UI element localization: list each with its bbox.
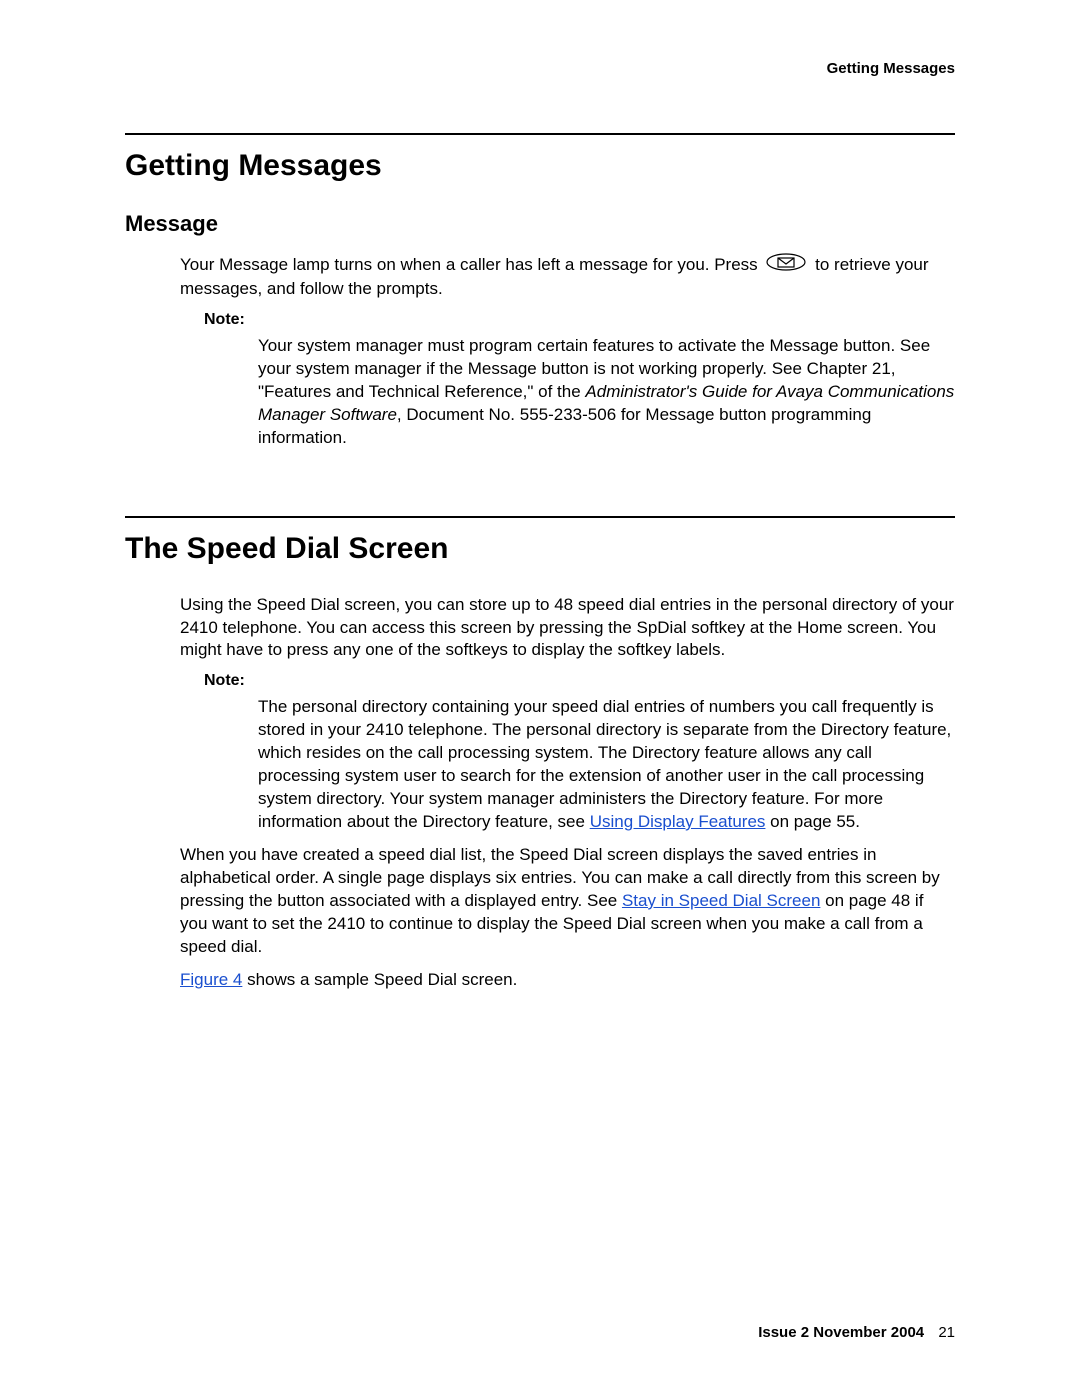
section-rule <box>125 133 955 135</box>
message-paragraph: Your Message lamp turns on when a caller… <box>180 253 955 301</box>
envelope-icon <box>766 253 806 278</box>
page-content: Getting Messages Getting Messages Messag… <box>0 0 1080 992</box>
note-label-2: Note: <box>204 672 955 690</box>
link-stay-in-speed-dial[interactable]: Stay in Speed Dial Screen <box>622 891 820 910</box>
page-footer: Issue 2 November 2004 21 <box>758 1324 955 1341</box>
note-body-2: The personal directory containing your s… <box>258 696 955 834</box>
footer-page-number: 21 <box>938 1324 955 1341</box>
speed-dial-para1: Using the Speed Dial screen, you can sto… <box>180 594 955 663</box>
link-figure-4[interactable]: Figure 4 <box>180 970 242 989</box>
para3-post: shows a sample Speed Dial screen. <box>242 970 517 989</box>
section-rule-2 <box>125 516 955 518</box>
note2-pre: The personal directory containing your s… <box>258 697 951 831</box>
link-using-display-features[interactable]: Using Display Features <box>590 812 766 831</box>
note-body: Your system manager must program certain… <box>258 335 955 450</box>
message-body-block: Your Message lamp turns on when a caller… <box>180 253 955 450</box>
note-label: Note: <box>204 311 955 329</box>
running-header: Getting Messages <box>125 60 955 77</box>
section-heading-speed-dial: The Speed Dial Screen <box>125 532 955 566</box>
sub-heading-message: Message <box>125 211 955 237</box>
message-para-pre: Your Message lamp turns on when a caller… <box>180 255 762 274</box>
note2-post: on page 55. <box>765 812 860 831</box>
note-text: Your system manager must program certain… <box>258 335 955 450</box>
note-text-2: The personal directory containing your s… <box>258 696 955 834</box>
speed-dial-para2: When you have created a speed dial list,… <box>180 844 955 959</box>
speed-dial-para3: Figure 4 shows a sample Speed Dial scree… <box>180 969 955 992</box>
speed-dial-body-block: Using the Speed Dial screen, you can sto… <box>180 594 955 992</box>
section-heading-getting-messages: Getting Messages <box>125 149 955 183</box>
footer-issue: Issue 2 November 2004 <box>758 1324 924 1341</box>
